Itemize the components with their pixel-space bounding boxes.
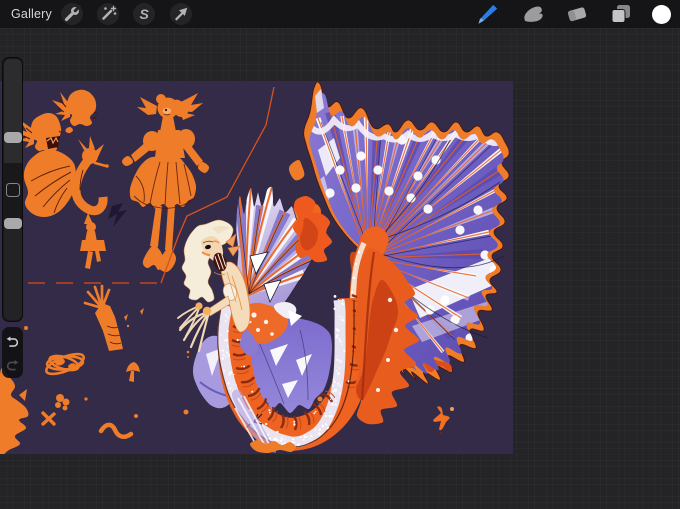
svg-text:S: S bbox=[140, 6, 150, 22]
